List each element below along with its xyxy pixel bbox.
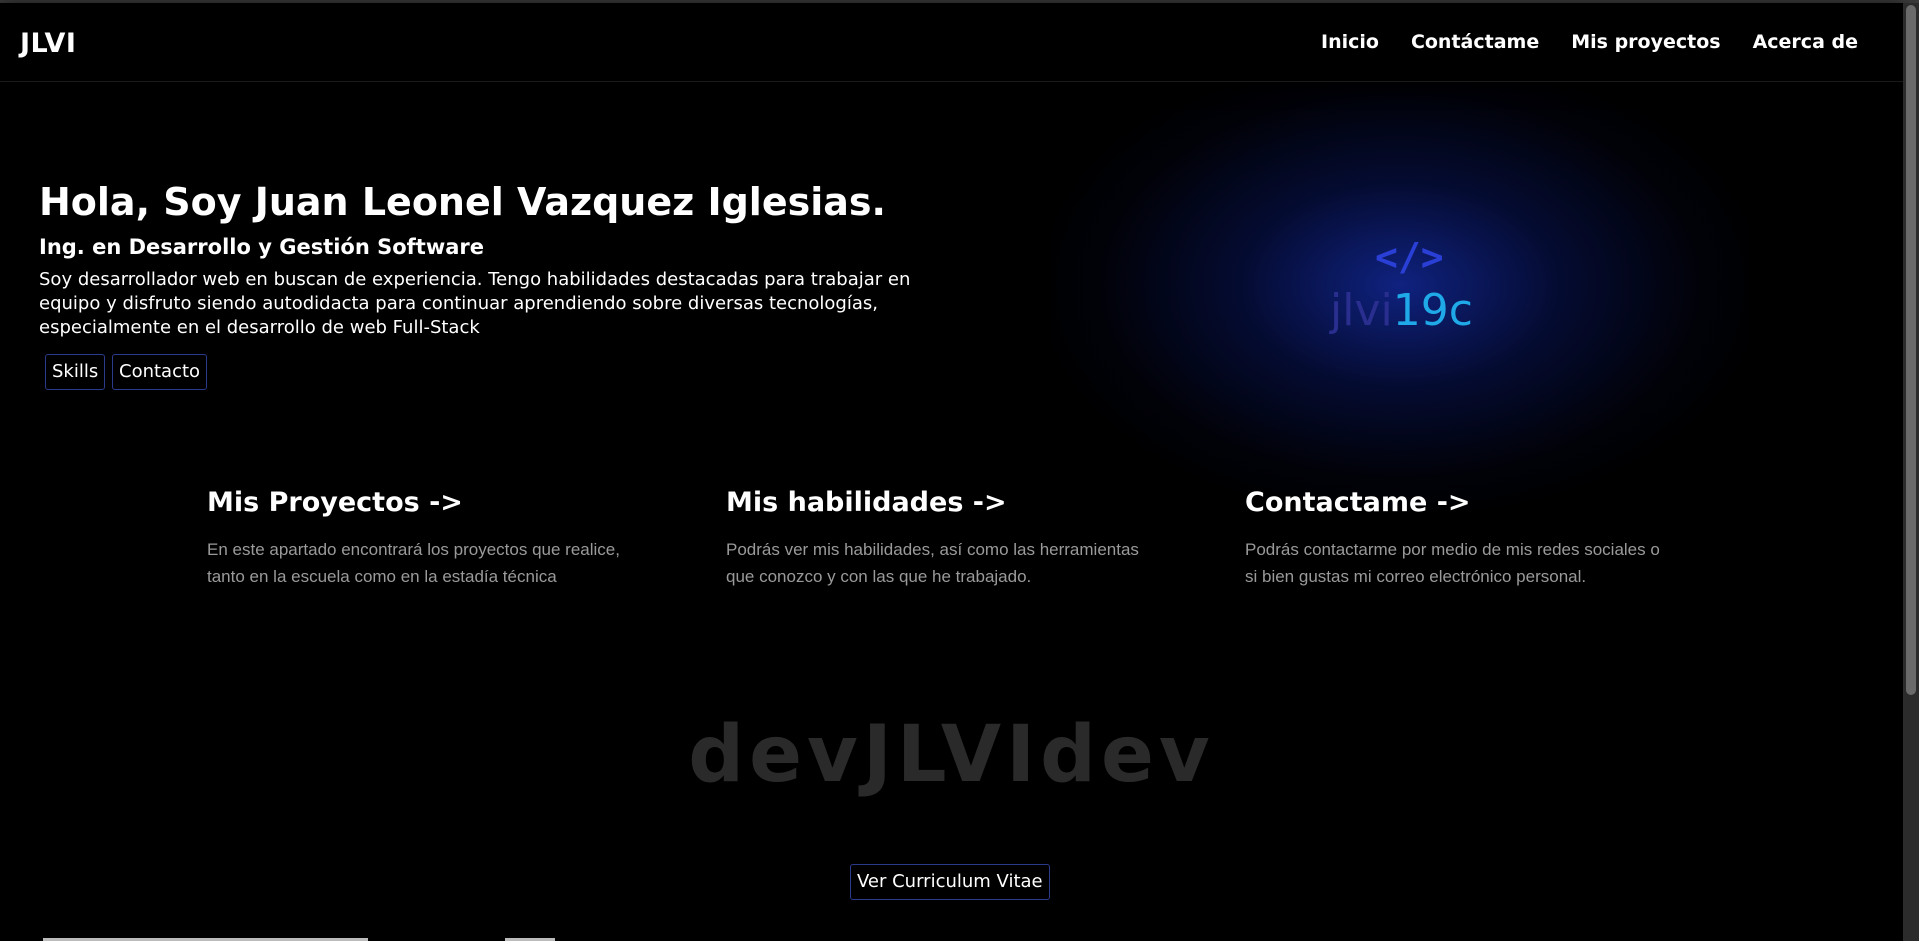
- nav-link-contactame[interactable]: Contáctame: [1411, 31, 1539, 53]
- watermark-text: devJLVIdev: [688, 710, 1215, 800]
- scrollbar-thumb[interactable]: [1906, 5, 1916, 695]
- card-title[interactable]: Mis habilidades ->: [726, 487, 1146, 518]
- scrollbar[interactable]: [1903, 3, 1919, 941]
- card-text: Podrás ver mis habilidades, así como las…: [726, 540, 1139, 586]
- cv-button[interactable]: Ver Curriculum Vitae: [850, 864, 1050, 900]
- contacto-button[interactable]: Contacto: [112, 354, 208, 390]
- card-mis-habilidades[interactable]: Mis habilidades -> Podrás ver mis habili…: [726, 487, 1146, 590]
- nav-link-inicio[interactable]: Inicio: [1321, 31, 1379, 53]
- card-title[interactable]: Contactame ->: [1245, 487, 1665, 518]
- card-title[interactable]: Mis Proyectos ->: [207, 487, 627, 518]
- hero-subtitle: Ing. en Desarrollo y Gestión Software: [39, 235, 485, 259]
- card-text: Podrás contactarme por medio de mis rede…: [1245, 540, 1660, 586]
- brand-logo[interactable]: JLVI: [20, 28, 76, 59]
- logo-text-jlvi: jlvi: [1330, 285, 1393, 336]
- card-mis-proyectos[interactable]: Mis Proyectos -> En este apartado encont…: [207, 487, 627, 590]
- card-contactame[interactable]: Contactame -> Podrás contactarme por med…: [1245, 487, 1665, 590]
- skills-button[interactable]: Skills: [45, 354, 106, 390]
- logo-text-19c: 19c: [1392, 285, 1473, 336]
- card-text: En este apartado encontrará los proyecto…: [207, 540, 620, 586]
- nav-link-mis-proyectos[interactable]: Mis proyectos: [1571, 31, 1720, 53]
- navbar: JLVI Inicio Contáctame Mis proyectos Ace…: [0, 3, 1903, 82]
- page: JLVI Inicio Contáctame Mis proyectos Ace…: [0, 0, 1919, 941]
- hero-title: Hola, Soy Juan Leonel Vazquez Iglesias.: [39, 180, 886, 224]
- logo-text: jlvi19c: [1330, 285, 1473, 336]
- nav-link-acerca-de[interactable]: Acerca de: [1753, 31, 1858, 53]
- hero-description: Soy desarrollador web en buscan de exper…: [39, 269, 911, 338]
- jlvi19c-logo: </> jlvi19c: [1330, 235, 1490, 345]
- code-tag-icon: </>: [1375, 235, 1444, 279]
- nav-links: Inicio Contáctame Mis proyectos Acerca d…: [1321, 31, 1858, 53]
